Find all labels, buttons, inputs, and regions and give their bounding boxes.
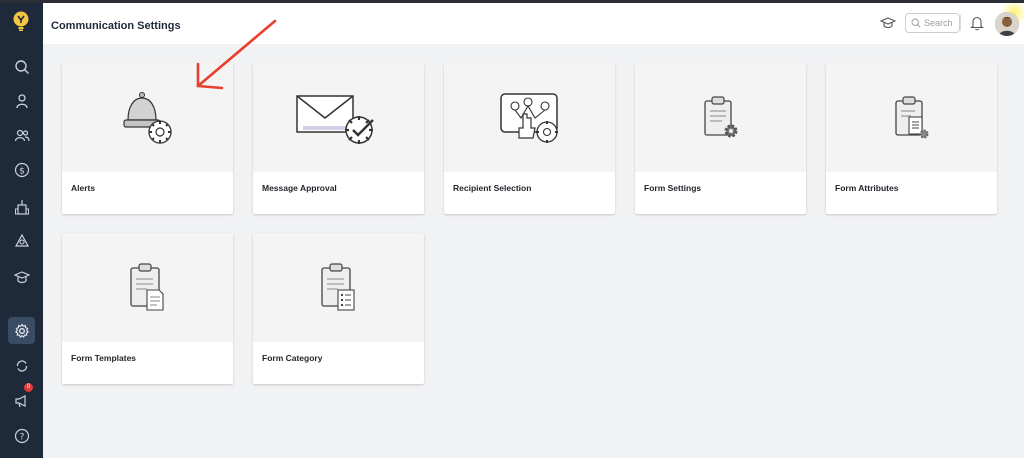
card-label: Form Settings bbox=[644, 183, 702, 193]
recipient-gear-icon bbox=[499, 92, 558, 143]
users-icon bbox=[14, 129, 30, 141]
clipboard-doc-icon bbox=[129, 262, 164, 311]
network-icon bbox=[14, 233, 29, 247]
card-icon-area bbox=[253, 233, 424, 342]
annotation-arrow-icon bbox=[196, 19, 277, 90]
search-input[interactable]: Search bbox=[905, 13, 960, 33]
gear-icon bbox=[14, 323, 29, 338]
top-strip bbox=[0, 0, 1024, 3]
card-label: Alerts bbox=[71, 183, 96, 193]
clipboard-doc-gear-icon bbox=[894, 95, 928, 138]
sidebar-item-settings[interactable] bbox=[8, 317, 35, 344]
sidebar-item-network[interactable] bbox=[8, 227, 35, 254]
card-form-attributes[interactable]: Form Attributes bbox=[826, 63, 997, 214]
sidebar-item-finance[interactable]: $ bbox=[8, 156, 35, 183]
person-icon bbox=[15, 93, 28, 108]
svg-text:?: ? bbox=[19, 432, 24, 442]
notification-badge: 0 bbox=[24, 383, 33, 392]
sidebar-item-users[interactable] bbox=[8, 121, 35, 148]
search-icon bbox=[14, 59, 29, 74]
sidebar: $ 0 ? bbox=[0, 0, 43, 458]
card-recipient-selection[interactable]: Recipient Selection bbox=[444, 63, 615, 214]
avatar[interactable] bbox=[995, 12, 1019, 36]
clipboard-list-icon bbox=[320, 262, 355, 311]
header-divider bbox=[960, 15, 961, 31]
card-icon-area bbox=[444, 63, 615, 172]
clipboard-gear-icon bbox=[703, 95, 737, 137]
app-logo-icon[interactable] bbox=[11, 10, 31, 32]
card-form-templates[interactable]: Form Templates bbox=[62, 233, 233, 384]
refresh-icon bbox=[16, 359, 27, 372]
search-icon bbox=[911, 18, 921, 28]
dollar-icon: $ bbox=[14, 162, 29, 177]
bell-icon[interactable] bbox=[970, 15, 984, 31]
sidebar-item-building[interactable] bbox=[8, 193, 35, 220]
sidebar-item-refresh[interactable] bbox=[8, 352, 35, 379]
card-label: Recipient Selection bbox=[453, 183, 532, 193]
card-icon-area bbox=[826, 63, 997, 172]
card-label: Form Category bbox=[262, 353, 323, 363]
user-photo-icon bbox=[995, 12, 1019, 36]
card-form-settings[interactable]: Form Settings bbox=[635, 63, 806, 214]
sidebar-item-person[interactable] bbox=[8, 87, 35, 114]
card-label: Message Approval bbox=[262, 183, 337, 193]
building-icon bbox=[14, 199, 29, 215]
sidebar-item-announcements[interactable]: 0 bbox=[8, 383, 35, 414]
card-label: Form Attributes bbox=[835, 183, 899, 193]
card-form-category[interactable]: Form Category bbox=[253, 233, 424, 384]
page-title: Communication Settings bbox=[51, 20, 181, 32]
card-icon-area bbox=[635, 63, 806, 172]
sidebar-item-help[interactable]: ? bbox=[8, 422, 35, 449]
sidebar-item-search[interactable] bbox=[8, 53, 35, 80]
graduation-cap-icon bbox=[13, 270, 30, 283]
envelope-gear-icon bbox=[295, 94, 374, 144]
graduation-cap-icon[interactable] bbox=[880, 16, 896, 30]
card-icon-area bbox=[62, 233, 233, 342]
bell-gear-icon bbox=[122, 91, 172, 144]
sidebar-item-academics[interactable] bbox=[8, 263, 35, 290]
svg-text:$: $ bbox=[19, 166, 25, 176]
search-placeholder: Search bbox=[924, 18, 953, 28]
help-icon: ? bbox=[14, 428, 29, 443]
megaphone-icon bbox=[14, 394, 26, 407]
card-label: Form Templates bbox=[71, 353, 137, 363]
